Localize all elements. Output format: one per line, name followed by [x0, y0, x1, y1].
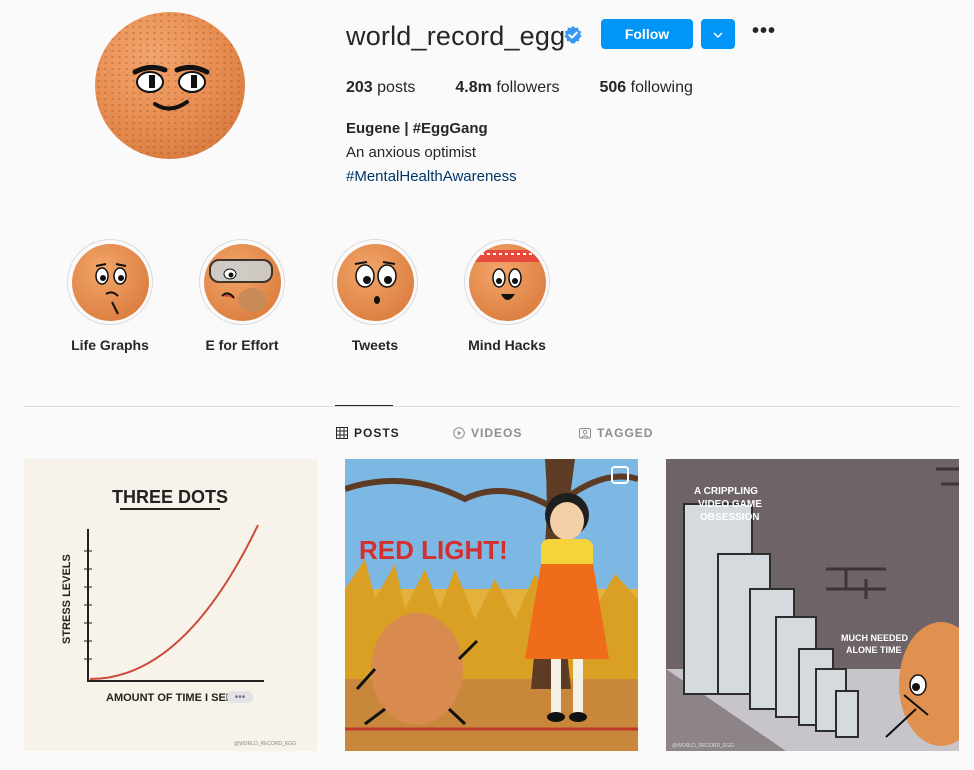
follow-button[interactable]: Follow — [601, 19, 693, 49]
verified-badge-icon — [564, 26, 582, 44]
profile-username: world_record_egg — [346, 21, 566, 51]
suggested-accounts-button[interactable] — [701, 19, 735, 49]
bio-name: Eugene | #EggGang — [346, 120, 488, 137]
active-tab-indicator — [335, 405, 393, 406]
play-icon — [453, 427, 465, 439]
tab-videos[interactable]: VIDEOS — [453, 426, 522, 440]
y-axis-label: STRESS LEVELS — [61, 554, 73, 644]
post-video-game-obsession[interactable]: A CRIPPLING VIDEO GAME OBSESSION MUCH NE… — [666, 459, 959, 751]
highlight-label: Mind Hacks — [468, 337, 546, 353]
highlight-tweets[interactable]: Tweets — [330, 239, 420, 353]
highlight-label: Life Graphs — [71, 337, 149, 353]
caption-line: OBSESSION — [700, 512, 759, 523]
highlight-mind-hacks[interactable]: Mind Hacks — [462, 239, 552, 353]
egg-surprised-icon — [354, 260, 397, 304]
post-red-light[interactable]: RED LIGHT! — [345, 459, 638, 751]
highlight-label: E for Effort — [205, 337, 279, 353]
caption-line: A CRIPPLING — [694, 486, 758, 497]
profile-avatar[interactable] — [95, 12, 245, 159]
bio-text: An anxious optimist — [346, 144, 477, 161]
more-options-icon[interactable]: ••• — [752, 21, 776, 45]
caption-line: MUCH NEEDED — [841, 633, 909, 643]
following-count[interactable]: 506 following — [599, 79, 692, 97]
chevron-down-icon — [713, 31, 723, 38]
x-axis-label: AMOUNT OF TIME I SEE — [106, 692, 233, 704]
caption-line: ALONE TIME — [846, 645, 902, 655]
svg-text:•••: ••• — [235, 692, 246, 703]
egg-goggles-icon — [208, 258, 273, 312]
tabs-divider — [24, 406, 959, 407]
post-title: RED LIGHT! — [359, 535, 508, 565]
bio-hashtag-link[interactable]: #MentalHealthAwareness — [346, 168, 517, 185]
tag-icon — [579, 428, 591, 439]
followers-count[interactable]: 4.8m followers — [455, 79, 559, 97]
posts-count: 203 posts — [346, 79, 416, 96]
highlight-life-graphs[interactable]: Life Graphs — [65, 239, 155, 353]
post-three-dots[interactable]: THREE DOTS STRESS LEVELS AMOUNT OF TIME … — [24, 459, 317, 751]
grid-icon — [336, 427, 348, 439]
post-title: THREE DOTS — [112, 487, 228, 507]
egg-face-icon — [94, 262, 127, 314]
profile-stats: 203 posts 4.8m followers 506 following — [346, 79, 733, 97]
highlight-e-for-effort[interactable]: E for Effort — [197, 239, 287, 353]
egg-headband-icon — [468, 249, 546, 300]
highlight-label: Tweets — [351, 337, 399, 353]
watermark: @WORLD_RECORD_EGG — [234, 741, 296, 747]
caption-line: VIDEO GAME — [698, 499, 762, 510]
watermark: @WORLD_RECORD_EGG — [672, 743, 734, 749]
tab-tagged[interactable]: TAGGED — [579, 426, 653, 440]
tab-posts[interactable]: POSTS — [336, 426, 400, 440]
